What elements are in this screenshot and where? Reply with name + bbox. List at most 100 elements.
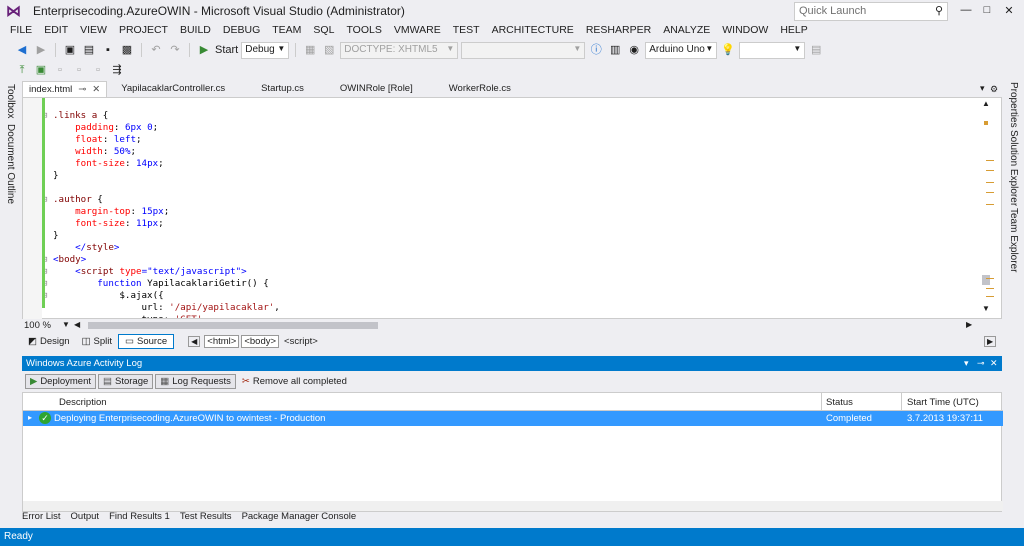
code-line[interactable]: margin-top: 15px; (45, 206, 965, 218)
code-line[interactable]: font-size: 11px; (45, 218, 965, 230)
breadcrumb-back-icon[interactable]: ◀ (188, 336, 201, 347)
tab-output[interactable]: Output (71, 509, 100, 525)
code-line[interactable]: ⊟ function YapilacaklariGetir() { (45, 278, 965, 290)
fold-toggle-icon[interactable]: ⊟ (45, 194, 47, 206)
column-description[interactable]: Description (59, 397, 107, 408)
expand-icon[interactable]: ▸ (28, 413, 32, 422)
comment-icon[interactable]: ▦ (302, 42, 318, 58)
code-line[interactable]: type: 'GET', (45, 314, 965, 318)
breadcrumb-body[interactable]: <body> (241, 335, 280, 348)
tab-owinrole[interactable]: OWINRole [Role] (334, 81, 419, 97)
menu-debug[interactable]: DEBUG (217, 22, 266, 39)
breadcrumb-html[interactable]: <html> (204, 335, 240, 348)
code-editor[interactable]: to⊟.links a { padding: 6px 0; float: lef… (22, 97, 1002, 320)
team-explorer-tab[interactable]: Team Explorer (1008, 208, 1019, 272)
code-line[interactable]: padding: 6px 0; (45, 122, 965, 134)
menu-project[interactable]: PROJECT (113, 22, 174, 39)
toolbox-tab[interactable]: Toolbox (5, 84, 16, 118)
doctype-dropdown[interactable]: DOCTYPE: XHTML5 ▼ (340, 41, 459, 59)
menu-window[interactable]: WINDOW (716, 22, 774, 39)
uncomment-icon[interactable]: ▧ (321, 42, 337, 58)
menu-view[interactable]: VIEW (74, 22, 113, 39)
document-outline-tab[interactable]: Document Outline (5, 124, 16, 204)
code-line[interactable]: ⊟ <body> (45, 254, 965, 266)
code-line[interactable]: font-size: 14px; (45, 158, 965, 170)
code-line[interactable] (45, 98, 965, 110)
tab-startup[interactable]: Startup.cs (255, 81, 310, 97)
code-line[interactable]: ⊟ $.ajax({ (45, 290, 965, 302)
solution-explorer-tab[interactable]: Solution Explorer (1008, 130, 1019, 206)
configuration-dropdown[interactable]: Debug ▼ (241, 41, 290, 59)
code-line[interactable]: to⊟.author { (45, 194, 965, 206)
menu-edit[interactable]: EDIT (38, 22, 74, 39)
code-text[interactable]: to⊟.links a { padding: 6px 0; float: lef… (45, 98, 965, 318)
source-view-button[interactable]: ▭ Source (118, 334, 175, 349)
code-line[interactable] (45, 182, 965, 194)
log-requests-filter-button[interactable]: ▦ Log Requests (155, 373, 236, 389)
forward-icon[interactable]: ▶ (33, 42, 49, 58)
upload-icon[interactable]: ◉ (626, 42, 642, 58)
deployment-filter-button[interactable]: ▶ Deployment (25, 373, 97, 389)
menu-tools[interactable]: TOOLS (340, 22, 387, 39)
port-dropdown[interactable]: ▼ (739, 41, 806, 59)
lightbulb-icon[interactable]: 💡 (720, 42, 736, 58)
code-line[interactable]: ⊟ <script type="text/javascript"> (45, 266, 965, 278)
menu-build[interactable]: BUILD (174, 22, 217, 39)
fold-toggle-icon[interactable]: ⊟ (45, 254, 47, 266)
breadcrumb-script[interactable]: <script> (281, 335, 321, 348)
remove-all-completed-button[interactable]: ✂ Remove all completed (238, 375, 351, 388)
pin-icon[interactable]: ⊸ (78, 84, 86, 95)
menu-team[interactable]: TEAM (266, 22, 307, 39)
horizontal-scroll-thumb[interactable] (88, 322, 378, 329)
tab-error-list[interactable]: Error List (22, 509, 61, 525)
column-start-time[interactable]: Start Time (UTC) (907, 397, 979, 408)
menu-architecture[interactable]: ARCHITECTURE (486, 22, 580, 39)
code-line[interactable]: float: left; (45, 134, 965, 146)
fold-toggle-icon[interactable]: ⊟ (45, 110, 47, 122)
code-line[interactable]: } (45, 170, 965, 182)
panel-dropdown-icon[interactable]: ▾ (964, 358, 969, 369)
build-icon[interactable]: ▣ (33, 62, 49, 78)
serial-monitor-icon[interactable]: ▥ (607, 42, 623, 58)
back-icon[interactable]: ◀ (14, 42, 30, 58)
quick-launch-input[interactable]: Quick Launch ⚲ (794, 2, 948, 21)
design-view-button[interactable]: ◩ Design (22, 335, 76, 348)
close-button[interactable]: ✕ (998, 4, 1020, 17)
tab-find-results[interactable]: Find Results 1 (109, 509, 170, 525)
code-line[interactable]: to⊟.links a { (45, 110, 965, 122)
info-icon[interactable]: ⓘ (588, 42, 604, 58)
fold-toggle-icon[interactable]: ⊟ (45, 266, 47, 278)
code-line[interactable]: } (45, 230, 965, 242)
menu-test[interactable]: TEST (447, 22, 486, 39)
menu-vmware[interactable]: VMWARE (388, 22, 447, 39)
code-line[interactable]: </style> (45, 242, 965, 254)
search-icon[interactable]: ⚲ (935, 4, 943, 17)
fold-toggle-icon[interactable]: ⊟ (45, 290, 47, 302)
target-dropdown[interactable]: ▼ (461, 41, 586, 59)
column-status[interactable]: Status (826, 397, 853, 408)
code-line[interactable]: url: '/api/yapilacaklar', (45, 302, 965, 314)
start-button[interactable]: Start (215, 44, 238, 56)
menu-help[interactable]: HELP (774, 22, 813, 39)
pin-icon[interactable]: ⊸ (977, 358, 985, 369)
zoom-level[interactable]: 100 % (24, 320, 51, 331)
storage-filter-button[interactable]: ▤ Storage (98, 373, 154, 389)
close-icon[interactable]: ✕ (990, 358, 998, 369)
menu-analyze[interactable]: ANALYZE (657, 22, 716, 39)
menu-resharper[interactable]: RESHARPER (580, 22, 657, 39)
menu-sql[interactable]: SQL (307, 22, 340, 39)
code-line[interactable]: width: 50%; (45, 146, 965, 158)
properties-tab[interactable]: Properties (1008, 82, 1019, 128)
scroll-left-icon[interactable]: ◀ (74, 320, 80, 329)
split-view-button[interactable]: ◫ Split (76, 335, 118, 348)
start-icon[interactable]: ▶ (196, 42, 212, 58)
table-row[interactable]: ▸ ✓ Deploying Enterprisecoding.AzureOWIN… (23, 411, 1003, 426)
scroll-right-icon[interactable]: ▶ (966, 320, 972, 329)
breadcrumb-forward-icon[interactable]: ▶ (984, 336, 997, 347)
tab-test-results[interactable]: Test Results (180, 509, 232, 525)
zoom-dropdown-icon[interactable]: ▼ (62, 320, 70, 329)
maximize-button[interactable]: □ (976, 4, 998, 16)
toolbar-options-icon[interactable]: ▤ (808, 42, 824, 58)
save-all-icon[interactable]: ▩ (119, 42, 135, 58)
menu-file[interactable]: FILE (4, 22, 38, 39)
